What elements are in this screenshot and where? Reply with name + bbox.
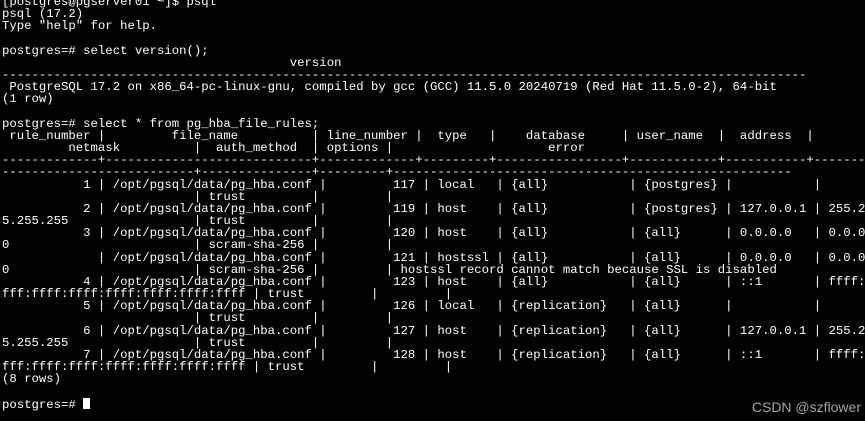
terminal-line: (1 row)	[2, 92, 54, 107]
terminal-line: Type "help" for help.	[2, 19, 157, 34]
watermark: CSDN @szflower	[751, 398, 861, 415]
terminal-line: | trust | |	[2, 311, 394, 326]
prompt-line[interactable]: postgres=#	[2, 397, 865, 412]
terminal-line: PostgreSQL 17.2 on x86_64-pc-linux-gnu, …	[2, 80, 777, 95]
terminal-line: 6 | /opt/pgsql/data/pg_hba.conf | 127 | …	[2, 323, 865, 338]
terminal-window[interactable]: [postgres@pgserver01 ~]$ psql psql (17.2)…	[0, 0, 865, 421]
terminal-line: [postgres@pgserver01 ~]$ psql	[2, 0, 217, 9]
terminal-line: (8 rows)	[2, 372, 62, 387]
terminal-line: 1 | /opt/pgsql/data/pg_hba.conf | 117 | …	[2, 177, 822, 192]
terminal-output: [postgres@pgserver01 ~]$ psql psql (17.2)…	[0, 0, 865, 412]
text-cursor	[83, 397, 91, 409]
terminal-line: 0 | scram-sha-256 | |	[2, 238, 394, 253]
prompt-text: postgres=#	[2, 397, 84, 412]
terminal-line: fff:ffff:ffff:ffff:ffff:ffff:ffff | trus…	[2, 360, 453, 375]
terminal-line: | /opt/pgsql/data/pg_hba.conf | 121 | ho…	[2, 250, 865, 265]
terminal-line: --------------------------+-------------…	[2, 165, 792, 180]
